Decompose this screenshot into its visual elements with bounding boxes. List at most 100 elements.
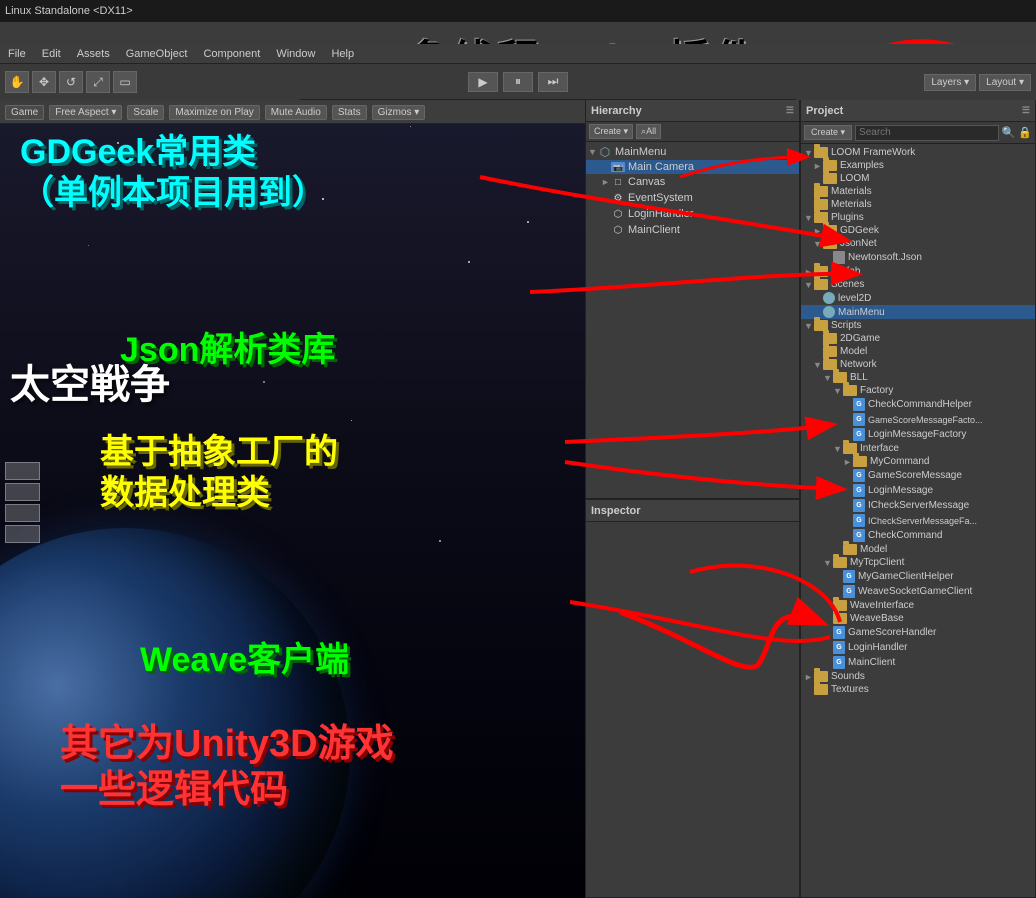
project-header: Project ☰ [801,100,1035,122]
game-tab[interactable]: Game [5,105,44,120]
factory-text: 基于抽象工厂的数据处理类 [100,432,338,514]
proj-gdgeek[interactable]: ► GDGeek [801,224,1035,237]
proj-model-scripts[interactable]: Model [801,345,1035,358]
folder-icon [843,544,857,555]
proj-2dgame[interactable]: 2DGame [801,332,1035,345]
hier-maincamera-label: Main Camera [628,161,694,173]
proj-sounds-label: Sounds [831,671,865,682]
hier-loginhandler[interactable]: ⬡ LoginHandler [586,206,799,222]
proj-sounds[interactable]: ► Sounds [801,670,1035,683]
proj-mainmenu[interactable]: MainMenu [801,305,1035,319]
layers-dropdown[interactable]: Layers ▾ [924,74,976,91]
proj-waveinterface-label: WaveInterface [850,600,914,611]
free-aspect-dropdown[interactable]: Free Aspect ▾ [49,105,122,120]
proj-newtonsoft[interactable]: Newtonsoft.Json [801,250,1035,265]
pause-button[interactable]: ⏸ [503,72,533,92]
hierarchy-header: Hierarchy ☰ [586,100,799,122]
proj-mytcpclient-label: MyTcpClient [850,557,904,568]
hier-canvas-arrow: ► [601,177,611,187]
proj-factory[interactable]: ▼ Factory [801,384,1035,397]
proj-mygameclienthelper[interactable]: G MyGameClientHelper [801,569,1035,584]
folder-icon [833,557,847,568]
proj-examples-label: Examples [840,160,884,171]
hier-maincamera[interactable]: 📷 Main Camera [586,160,799,174]
menu-gameobject[interactable]: GameObject [123,48,191,60]
proj-meterials-label: Meterials [831,199,872,210]
proj-checkcommandhelper[interactable]: G CheckCommandHelper [801,397,1035,412]
menu-edit[interactable]: Edit [39,48,64,60]
script-icon: G [833,641,845,654]
layout-dropdown[interactable]: Layout ▾ [979,74,1031,91]
script-icon: G [853,499,865,512]
mute-btn[interactable]: Mute Audio [265,105,327,120]
proj-weavebase[interactable]: WeaveBase [801,612,1035,625]
hier-mainmenu[interactable]: ▼ ⬡ MainMenu [586,144,799,160]
proj-interface[interactable]: ▼ Interface [801,442,1035,455]
proj-meterials[interactable]: Meterials [801,198,1035,211]
hier-create-btn[interactable]: Create ▾ [589,124,633,139]
proj-examples[interactable]: ► Examples [801,159,1035,172]
proj-mytcpclient[interactable]: ▼ MyTcpClient [801,556,1035,569]
proj-search-icon[interactable]: 🔍 [1002,126,1016,139]
proj-textures[interactable]: Textures [801,683,1035,696]
proj-level2d[interactable]: level2D [801,291,1035,305]
proj-loom-framework[interactable]: ▼ LOOM FrameWork [801,146,1035,159]
hier-mainclient[interactable]: ⬡ MainClient [586,222,799,238]
hierarchy-icon: ☰ [786,105,794,116]
proj-gamescorehandler[interactable]: G GameScoreHandler [801,625,1035,640]
proj-scripts[interactable]: ▼ Scripts [801,319,1035,332]
step-button[interactable]: ⏭ [538,72,568,92]
stats-btn[interactable]: Stats [332,105,367,120]
proj-checkcommand[interactable]: G CheckCommand [801,528,1035,543]
proj-scenes[interactable]: ▼ Scenes [801,278,1035,291]
unity-text: 其它为Unity3D游戏一些逻辑代码 [60,722,394,813]
rect-tool-btn[interactable]: ▭ [113,71,137,93]
proj-bll[interactable]: ▼ BLL [801,371,1035,384]
proj-icheckserver-label: ICheckServerMessage [868,500,969,511]
proj-jsonnet[interactable]: ▼ JsonNet [801,237,1035,250]
hier-loginhandler-label: LoginHandler [628,208,693,220]
project-title: Project [806,105,843,117]
proj-gamescore-factory[interactable]: G GameScoreMessageFacto... [801,412,1035,427]
menu-component[interactable]: Component [200,48,263,60]
proj-network-label: Network [840,359,877,370]
menu-file[interactable]: File [5,48,29,60]
game-view-toolbar: Game Free Aspect ▾ Scale Maximize on Pla… [0,102,585,124]
scale-tool-btn[interactable]: ⤢ [86,71,110,93]
script-icon: G [853,428,865,441]
proj-loginhandler[interactable]: G LoginHandler [801,640,1035,655]
proj-login-factory[interactable]: G LoginMessageFactory [801,427,1035,442]
gizmos-btn[interactable]: Gizmos ▾ [372,105,426,120]
hier-eventsystem[interactable]: ⚙ EventSystem [586,190,799,206]
hand-tool-btn[interactable]: ✋ [5,71,29,93]
proj-loom[interactable]: LOOM [801,172,1035,185]
hierarchy-content: ▼ ⬡ MainMenu 📷 Main Camera ► □ Canvas ⚙ … [586,142,799,240]
hier-canvas[interactable]: ► □ Canvas [586,174,799,190]
proj-mainclient-script[interactable]: G MainClient [801,655,1035,670]
script-icon: G [843,585,855,598]
folder-icon [823,238,837,249]
proj-plugins[interactable]: ▼ Plugins [801,211,1035,224]
proj-materials[interactable]: Materials [801,185,1035,198]
proj-prefab-label: Prefab [831,266,860,277]
proj-gamescoremsg[interactable]: G GameScoreMessage [801,468,1035,483]
proj-create-btn[interactable]: Create ▾ [804,125,852,140]
proj-scenes-label: Scenes [831,279,864,290]
proj-loom-label: LOOM [840,173,869,184]
proj-lock-icon[interactable]: 🔒 [1018,126,1032,139]
proj-mycommand[interactable]: ► MyCommand [801,455,1035,468]
hier-search-btn[interactable]: ⌕All [636,124,661,139]
proj-search-input[interactable] [855,125,999,141]
menu-help[interactable]: Help [328,48,357,60]
proj-loginmsg[interactable]: G LoginMessage [801,483,1035,498]
maximize-btn[interactable]: Maximize on Play [169,105,259,120]
move-tool-btn[interactable]: ✥ [32,71,56,93]
proj-prefab[interactable]: ► Prefab [801,265,1035,278]
proj-icheckserver[interactable]: G ICheckServerMessage [801,498,1035,513]
proj-icheckservermsgfa[interactable]: G ICheckServerMessageFa... [801,513,1035,528]
rotate-tool-btn[interactable]: ↺ [59,71,83,93]
menu-window[interactable]: Window [273,48,318,60]
play-button[interactable]: ▶ [468,72,498,92]
menu-assets[interactable]: Assets [74,48,113,60]
proj-mainclient-script-label: MainClient [848,657,895,668]
